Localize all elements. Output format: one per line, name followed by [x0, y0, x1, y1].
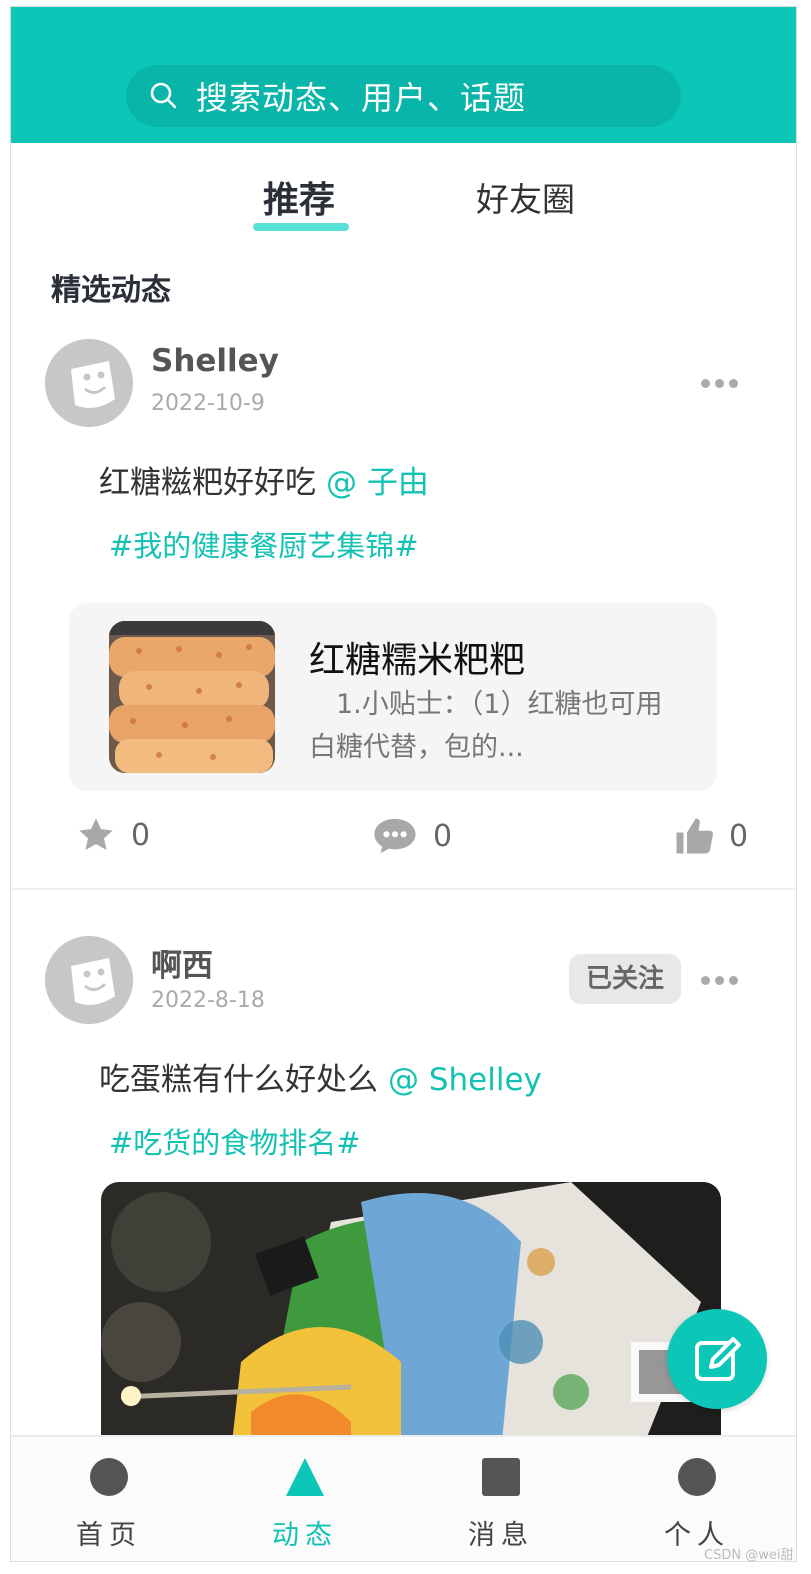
comment-icon: [374, 818, 416, 854]
thumbs-up-icon: [676, 818, 713, 854]
post-image[interactable]: [101, 1182, 721, 1452]
nav-messages-label: 消息: [468, 1520, 534, 1551]
tab-recommend[interactable]: 推荐: [263, 171, 335, 223]
follow-button[interactable]: 已关注: [569, 954, 681, 1004]
post-actions: 0 0 0: [11, 815, 796, 865]
mention-link[interactable]: @ Shelley: [388, 1062, 542, 1098]
feed-tabs: 推荐 好友圈: [11, 157, 796, 237]
section-title: 精选动态: [51, 273, 171, 308]
comment-button[interactable]: 0: [371, 815, 452, 857]
post-text: 红糖糍粑好好吃 @ 子由: [99, 457, 429, 502]
recipe-description: 1.小贴士：（1）红糖也可用白糖代替，包的...: [309, 689, 663, 763]
bottom-nav: 首页 动态 消息 个人: [11, 1435, 796, 1561]
edit-icon: [695, 1337, 741, 1381]
circle-icon: [90, 1458, 128, 1496]
recipe-title: 红糖糯米粑粑: [309, 640, 526, 681]
topic-link[interactable]: #吃货的食物排名#: [109, 1120, 361, 1162]
post-username[interactable]: 啊西: [151, 940, 213, 985]
recipe-thumbnail: [109, 621, 275, 773]
default-avatar-icon: [45, 936, 133, 1024]
nav-home[interactable]: 首页: [11, 1437, 207, 1561]
circle-icon: [678, 1458, 716, 1496]
mention-link[interactable]: @ 子由: [326, 465, 429, 501]
nav-messages[interactable]: 消息: [403, 1437, 599, 1561]
post-username[interactable]: Shelley: [151, 343, 279, 379]
default-avatar-icon: [45, 339, 133, 427]
post-body: 红糖糍粑好好吃: [99, 465, 316, 501]
star-icon: [79, 818, 113, 850]
tab-active-indicator: [253, 223, 349, 231]
post-date: 2022-10-9: [151, 391, 265, 416]
comment-count: 0: [433, 818, 453, 854]
avatar[interactable]: [45, 339, 133, 427]
watermark: CSDN @wei甜: [704, 1548, 794, 1563]
compose-button[interactable]: [667, 1309, 767, 1409]
post-body: 吃蛋糕有什么好处么: [99, 1062, 378, 1098]
more-options-icon[interactable]: [701, 970, 743, 989]
like-button[interactable]: 0: [673, 815, 748, 857]
search-bar[interactable]: 搜索动态、用户、话题: [126, 65, 681, 127]
tab-friends[interactable]: 好友圈: [476, 173, 575, 221]
nav-feed[interactable]: 动态: [207, 1437, 403, 1561]
search-icon: [150, 82, 177, 109]
top-header: 搜索动态、用户、话题: [11, 7, 796, 143]
favorite-button[interactable]: 0: [75, 815, 150, 855]
square-icon: [482, 1458, 520, 1496]
nav-home-label: 首页: [76, 1520, 142, 1551]
topic-link[interactable]: #我的健康餐厨艺集锦#: [109, 523, 419, 565]
triangle-icon: [286, 1458, 324, 1496]
avatar[interactable]: [45, 936, 133, 1024]
post-card[interactable]: Shelley 2022-10-9 红糖糍粑好好吃 @ 子由 #我的健康餐厨艺集锦…: [11, 335, 796, 890]
post-text: 吃蛋糕有什么好处么 @ Shelley: [99, 1054, 542, 1099]
post-date: 2022-8-18: [151, 988, 265, 1013]
more-options-icon[interactable]: [701, 373, 743, 392]
app-frame: 搜索动态、用户、话题 推荐 好友圈 精选动态 Shelley 2022-10-9…: [10, 6, 797, 1562]
nav-feed-label: 动态: [272, 1520, 338, 1551]
favorite-count: 0: [131, 817, 151, 853]
search-placeholder: 搜索动态、用户、话题: [196, 79, 527, 117]
like-count: 0: [729, 818, 749, 854]
recipe-card[interactable]: 红糖糯米粑粑 1.小贴士：（1）红糖也可用白糖代替，包的...: [69, 603, 717, 791]
